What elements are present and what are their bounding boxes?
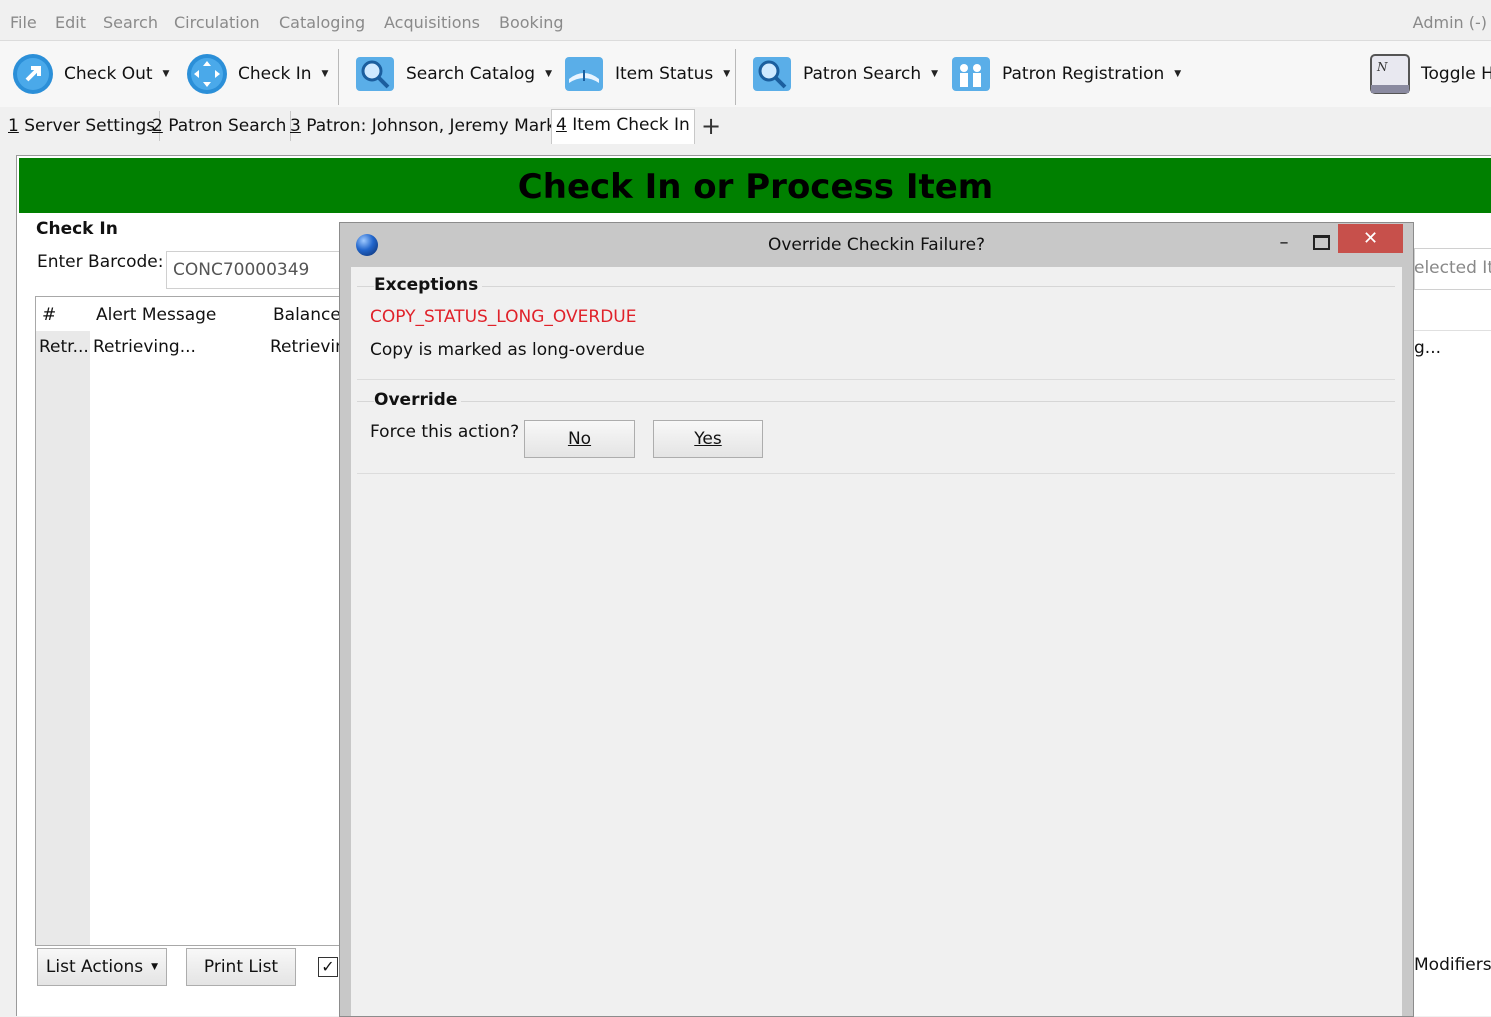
tab-number: 4: [556, 115, 567, 135]
option-checkbox[interactable]: ✓: [318, 957, 338, 977]
check-out-button[interactable]: Check Out ▼: [12, 51, 169, 97]
tab-label: Item Check In: [566, 115, 690, 135]
item-status-button[interactable]: Item Status ▼: [563, 51, 730, 97]
column-header-number[interactable]: #: [42, 305, 56, 325]
right-row-cell: g...: [1414, 338, 1442, 358]
tab-number: 3: [290, 116, 301, 136]
tab-item-check-in[interactable]: 4 Item Check In: [551, 109, 695, 144]
item-status-icon: [565, 57, 603, 91]
menu-edit[interactable]: Edit: [55, 13, 86, 32]
maximize-icon: [1313, 235, 1330, 250]
tab-number: 2: [152, 116, 163, 136]
search-catalog-label: Search Catalog: [406, 64, 536, 84]
menu-file[interactable]: File: [10, 13, 37, 32]
item-status-label: Item Status: [615, 64, 714, 84]
patron-search-label: Patron Search: [803, 64, 922, 84]
menu-circulation[interactable]: Circulation: [174, 13, 260, 32]
column-header-alert-message[interactable]: Alert Message: [96, 305, 216, 325]
tab-label: Patron Search: [162, 116, 287, 136]
chevron-down-icon[interactable]: ▼: [931, 69, 938, 79]
check-in-label: Check In: [238, 64, 312, 84]
svg-text:N: N: [1376, 60, 1388, 74]
yes-button[interactable]: Yes: [653, 420, 763, 458]
toolbar-separator: [338, 49, 339, 105]
exception-code: COPY_STATUS_LONG_OVERDUE: [370, 307, 637, 327]
toolbar: Check Out ▼ Check In ▼ Search Catalog ▼ …: [0, 41, 1491, 107]
row-cell-number: Retr...: [39, 337, 89, 357]
dialog-body: Exceptions COPY_STATUS_LONG_OVERDUE Copy…: [351, 267, 1402, 1016]
menu-bar: File Edit Search Circulation Cataloging …: [0, 6, 1491, 41]
list-actions-label: List Actions: [45, 957, 144, 977]
toggle-icon: N: [1370, 54, 1410, 94]
check-in-button[interactable]: Check In ▼: [186, 51, 328, 97]
patron-registration-icon: [952, 57, 990, 91]
check-out-icon: [13, 54, 53, 94]
chevron-down-icon: ▼: [151, 962, 159, 972]
column-header-balance[interactable]: Balance: [273, 305, 341, 325]
maximize-button[interactable]: [1310, 231, 1330, 251]
menu-search[interactable]: Search: [103, 13, 158, 32]
exception-description: Copy is marked as long-overdue: [370, 340, 645, 360]
check-out-label: Check Out: [64, 64, 153, 84]
no-label: No: [567, 429, 592, 449]
patron-search-icon: [753, 57, 791, 91]
tab-label: Server Settings: [18, 116, 156, 136]
list-first-column: [36, 331, 90, 945]
row-cell-alert: Retrieving...: [93, 337, 196, 357]
exceptions-group: Exceptions: [357, 275, 1395, 380]
toggle-label: Toggle H: [1421, 64, 1491, 84]
dialog-title: Override Checkin Failure?: [767, 235, 986, 255]
row-cell-balance: Retrievin: [270, 337, 346, 357]
tab-patron-search[interactable]: 2 Patron Search: [148, 111, 292, 141]
toolbar-separator: [735, 49, 736, 105]
patron-registration-label: Patron Registration: [1002, 64, 1165, 84]
override-dialog: Override Checkin Failure? – ✕ Exceptions…: [339, 222, 1414, 1017]
search-catalog-button[interactable]: Search Catalog ▼: [354, 51, 552, 97]
check-in-heading: Check In: [36, 219, 118, 239]
tab-number: 1: [8, 116, 19, 136]
add-tab-icon[interactable]: +: [701, 112, 721, 140]
check-in-icon: [187, 54, 227, 94]
override-title: Override: [374, 390, 462, 410]
list-actions-button[interactable]: List Actions ▼: [37, 948, 167, 986]
menu-acquisitions[interactable]: Acquisitions: [384, 13, 480, 32]
search-catalog-icon: [356, 57, 394, 91]
patron-registration-button[interactable]: Patron Registration ▼: [950, 51, 1181, 97]
chevron-down-icon[interactable]: ▼: [163, 69, 170, 79]
tab-server-settings[interactable]: 1 Server Settings: [4, 111, 161, 141]
tab-label: Patron: Johnson, Jeremy Mark: [300, 116, 557, 136]
admin-menu[interactable]: Admin (-): [1413, 13, 1487, 32]
close-button[interactable]: ✕: [1338, 224, 1403, 253]
checkin-list: # Alert Message Balance Retr... Retrievi…: [35, 296, 357, 946]
barcode-label: Enter Barcode:: [37, 252, 164, 272]
force-action-label: Force this action?: [370, 422, 520, 442]
chevron-down-icon[interactable]: ▼: [322, 69, 329, 79]
yes-label: Yes: [694, 429, 722, 449]
exceptions-title: Exceptions: [374, 275, 483, 295]
chevron-down-icon[interactable]: ▼: [545, 69, 552, 79]
divider: [1414, 330, 1491, 331]
tab-patron-johnson[interactable]: 3 Patron: Johnson, Jeremy Mark: [286, 111, 562, 141]
page-title: Check In or Process Item: [19, 158, 1491, 213]
no-button[interactable]: No: [524, 420, 635, 458]
minimize-button[interactable]: –: [1274, 233, 1294, 253]
patron-search-button[interactable]: Patron Search ▼: [751, 51, 938, 97]
menu-cataloging[interactable]: Cataloging: [279, 13, 365, 32]
modifiers-button[interactable]: Modifiers: [1414, 955, 1491, 975]
toggle-button[interactable]: N Toggle H: [1369, 51, 1491, 97]
tab-bar: 1 Server Settings 2 Patron Search 3 Patr…: [0, 109, 1491, 144]
selected-items-label: elected Ite: [1414, 258, 1491, 278]
menu-booking[interactable]: Booking: [499, 13, 564, 32]
print-list-button[interactable]: Print List: [186, 948, 296, 986]
chevron-down-icon[interactable]: ▼: [723, 69, 730, 79]
chevron-down-icon[interactable]: ▼: [1174, 69, 1181, 79]
